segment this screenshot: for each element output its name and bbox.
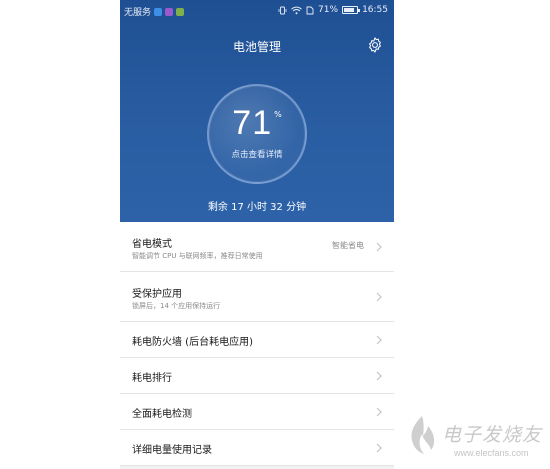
chevron-right-icon (376, 242, 382, 252)
notification-app-icon (165, 7, 174, 16)
power-firewall-row[interactable]: 耗电防火墙 (后台耗电应用) (120, 322, 394, 358)
chevron-right-icon (376, 335, 382, 345)
row-title: 受保护应用 (132, 289, 182, 300)
clock-text: 16:55 (362, 5, 388, 15)
watermark-url: www.elecfans.com (454, 448, 529, 458)
row-title: 耗电排行 (132, 373, 172, 384)
battery-level-readout: 71% (207, 104, 307, 143)
battery-header-panel: 无服务 71% 16:55 电池管理 71 % 点击查看详情 剩余 17 小时 … (120, 0, 394, 222)
sim-icon (306, 6, 314, 14)
row-subtitle: 锁屏后，14 个应用保持运行 (132, 302, 221, 310)
view-details-link[interactable]: 点击查看详情 (207, 148, 307, 160)
status-bar: 无服务 71% 16:55 (120, 0, 394, 20)
row-title: 耗电防火墙 (后台耗电应用) (132, 337, 253, 348)
title-bar: 电池管理 (120, 34, 394, 58)
row-title: 全面耗电检测 (132, 409, 192, 420)
battery-icon (342, 6, 361, 14)
protected-apps-row[interactable]: 受保护应用 锁屏后，14 个应用保持运行 (120, 272, 394, 322)
row-subtitle: 智能调节 CPU 与联网频率，推荐日常使用 (132, 252, 263, 260)
page-title: 电池管理 (232, 40, 281, 54)
watermark: 电子发烧友 www.elecfans.com (400, 412, 546, 466)
status-left: 无服务 (124, 5, 185, 18)
watermark-name: 电子发烧友 (442, 424, 543, 446)
battery-level-number: 71 (232, 104, 273, 142)
battery-percent-text: 71% (318, 5, 339, 15)
carrier-text: 无服务 (124, 8, 152, 18)
chevron-right-icon (376, 292, 382, 302)
chevron-right-icon (376, 407, 382, 417)
usage-history-row[interactable]: 详细电量使用记录 (120, 430, 394, 466)
chevron-right-icon (376, 371, 382, 381)
watermark-logo-icon (411, 416, 435, 454)
gear-icon[interactable] (366, 36, 384, 54)
status-right: 71% 16:55 (278, 5, 388, 15)
battery-level-gauge[interactable]: 71% 点击查看详情 (207, 84, 307, 184)
notification-app-icon (176, 7, 185, 16)
power-ranking-row[interactable]: 耗电排行 (120, 358, 394, 394)
settings-list: 省电模式 智能调节 CPU 与联网频率，推荐日常使用 智能省电 受保护应用 锁屏… (120, 222, 394, 466)
notification-app-icon (154, 7, 163, 16)
row-value: 智能省电 (332, 241, 364, 250)
wifi-icon (291, 6, 302, 14)
power-saving-mode-row[interactable]: 省电模式 智能调节 CPU 与联网频率，推荐日常使用 智能省电 (120, 222, 394, 272)
full-power-check-row[interactable]: 全面耗电检测 (120, 394, 394, 430)
row-title: 详细电量使用记录 (132, 445, 212, 456)
chevron-right-icon (376, 443, 382, 453)
percent-sign: % (274, 110, 282, 119)
vibrate-icon (278, 6, 287, 14)
phone-screen: 无服务 71% 16:55 电池管理 71 % 点击查看详情 剩余 17 小时 … (120, 0, 394, 469)
row-title: 省电模式 (132, 239, 172, 250)
remaining-time: 剩余 17 小时 32 分钟 (207, 202, 307, 213)
